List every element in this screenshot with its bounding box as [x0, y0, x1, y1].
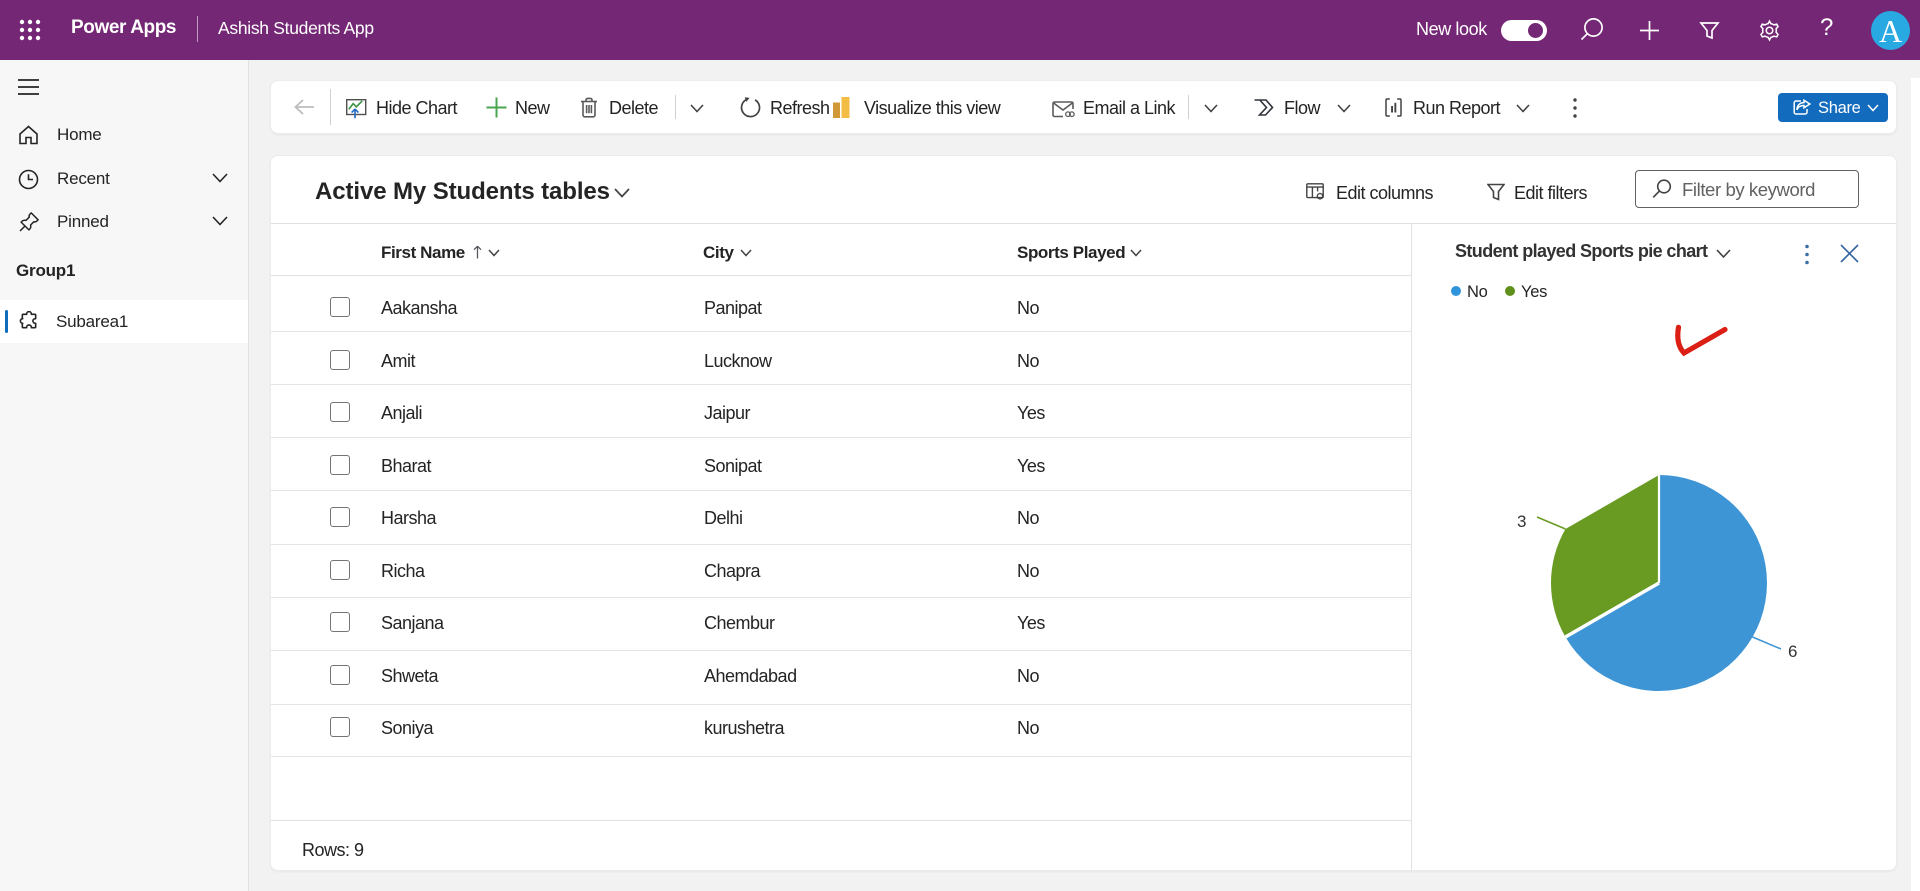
- svg-text:6: 6: [1788, 642, 1797, 661]
- svg-text:3: 3: [1517, 512, 1526, 531]
